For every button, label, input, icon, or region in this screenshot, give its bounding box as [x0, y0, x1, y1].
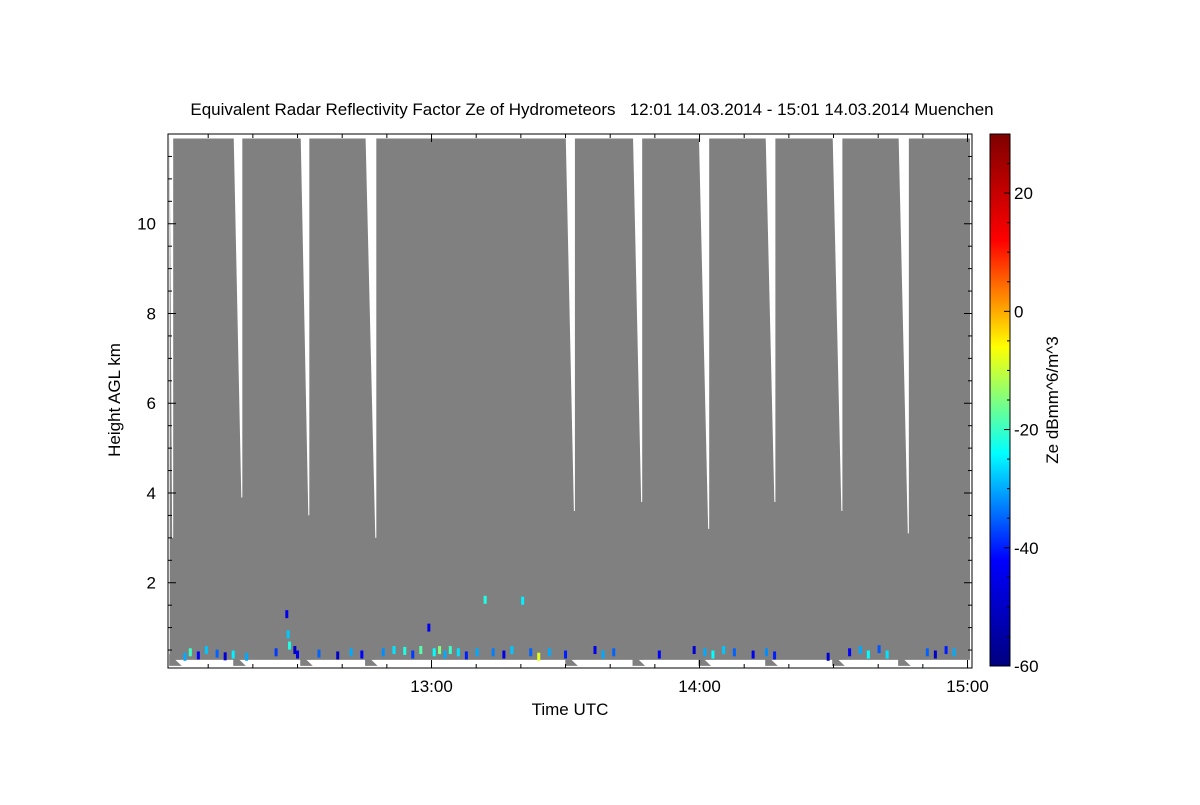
echo-point-61 [944, 646, 948, 655]
echo-point-44 [657, 650, 661, 659]
echo-point-38 [537, 652, 541, 661]
echo-point-40 [564, 650, 568, 659]
colorbar: -60 -40 -20 0 20 [989, 133, 1039, 676]
echo-point-27 [443, 650, 447, 659]
echo-point-62 [952, 648, 956, 657]
echo-point-2 [188, 648, 192, 657]
echo-point-6 [223, 652, 227, 661]
y-tick-label-5: 10 [137, 215, 156, 234]
echo-point-16 [336, 651, 340, 660]
colorbar-tick-label-5: 20 [1014, 184, 1033, 203]
echo-point-50 [751, 650, 755, 659]
x-axis-label: Time UTC [532, 700, 609, 719]
echo-point-51 [765, 648, 769, 657]
echo-point-20 [392, 646, 396, 655]
echo-point-57 [877, 645, 881, 654]
echo-point-31 [475, 648, 479, 657]
echo-point-4 [204, 646, 208, 655]
echo-point-47 [711, 650, 715, 659]
x-tick-label-2: 14:00 [678, 677, 721, 696]
echo-point-26 [438, 646, 442, 655]
colorbar-tick-label-1: -60 [1014, 657, 1039, 676]
y-tick-label-2: 4 [147, 484, 156, 503]
echo-point-46 [703, 648, 707, 657]
echo-point-42 [601, 650, 605, 659]
plot-area [168, 138, 972, 668]
echo-point-39 [547, 648, 551, 657]
chart-title: Equivalent Radar Reflectivity Factor Ze … [190, 100, 993, 119]
echo-point-21 [403, 646, 407, 655]
echo-point-32 [483, 595, 487, 604]
echo-point-29 [456, 648, 460, 657]
echo-point-28 [448, 646, 452, 655]
echo-point-30 [464, 651, 468, 660]
y-tick-label-4: 8 [147, 304, 156, 323]
y-tick-label-1: 2 [147, 574, 156, 593]
echo-point-60 [933, 650, 937, 659]
y-axis-label: Height AGL km [105, 343, 124, 457]
echo-point-11 [286, 630, 290, 639]
echo-point-15 [317, 649, 321, 658]
echo-point-5 [215, 649, 219, 658]
echo-point-17 [349, 648, 353, 657]
x-tick-label-3: 15:00 [946, 677, 989, 696]
x-tick-label-1: 13:00 [410, 677, 453, 696]
echo-point-59 [925, 648, 929, 657]
echo-point-48 [722, 646, 726, 655]
radar-chart: Equivalent Radar Reflectivity Factor Ze … [0, 0, 1200, 800]
echo-point-58 [885, 650, 889, 659]
echo-point-37 [529, 648, 533, 657]
echo-point-7 [231, 650, 235, 659]
colorbar-tick-label-3: -20 [1014, 421, 1039, 440]
echo-point-52 [773, 651, 777, 660]
echo-point-41 [593, 646, 597, 655]
echo-point-14 [296, 650, 300, 659]
colorbar-label: Ze dBmm^6/m^3 [1043, 336, 1062, 463]
echo-point-13 [293, 646, 297, 655]
chart-canvas: Equivalent Radar Reflectivity Factor Ze … [105, 100, 1062, 719]
echo-point-36 [521, 596, 525, 605]
echo-point-55 [858, 646, 862, 655]
echo-point-3 [196, 651, 200, 660]
echo-point-10 [285, 610, 289, 619]
echo-point-1 [183, 652, 187, 661]
y-tick-label-3: 6 [147, 394, 156, 413]
colorbar-tick-label-2: -40 [1014, 539, 1039, 558]
echo-point-25 [432, 648, 436, 657]
echo-point-34 [502, 650, 506, 659]
echo-point-54 [848, 648, 852, 657]
echo-point-12 [287, 641, 291, 650]
echo-point-8 [245, 652, 249, 661]
echo-point-18 [360, 650, 364, 659]
echo-point-24 [427, 623, 431, 632]
echo-point-33 [491, 648, 495, 657]
echo-point-53 [826, 652, 830, 661]
echo-point-43 [612, 648, 616, 657]
colorbar-tick-label-4: 0 [1014, 302, 1023, 321]
echo-point-49 [732, 648, 736, 657]
echo-point-9 [274, 648, 278, 657]
echo-point-23 [419, 646, 423, 655]
echo-point-56 [866, 650, 870, 659]
echo-point-45 [692, 646, 696, 655]
echo-point-35 [510, 646, 514, 655]
echo-point-19 [381, 648, 385, 657]
echo-point-22 [411, 650, 415, 659]
